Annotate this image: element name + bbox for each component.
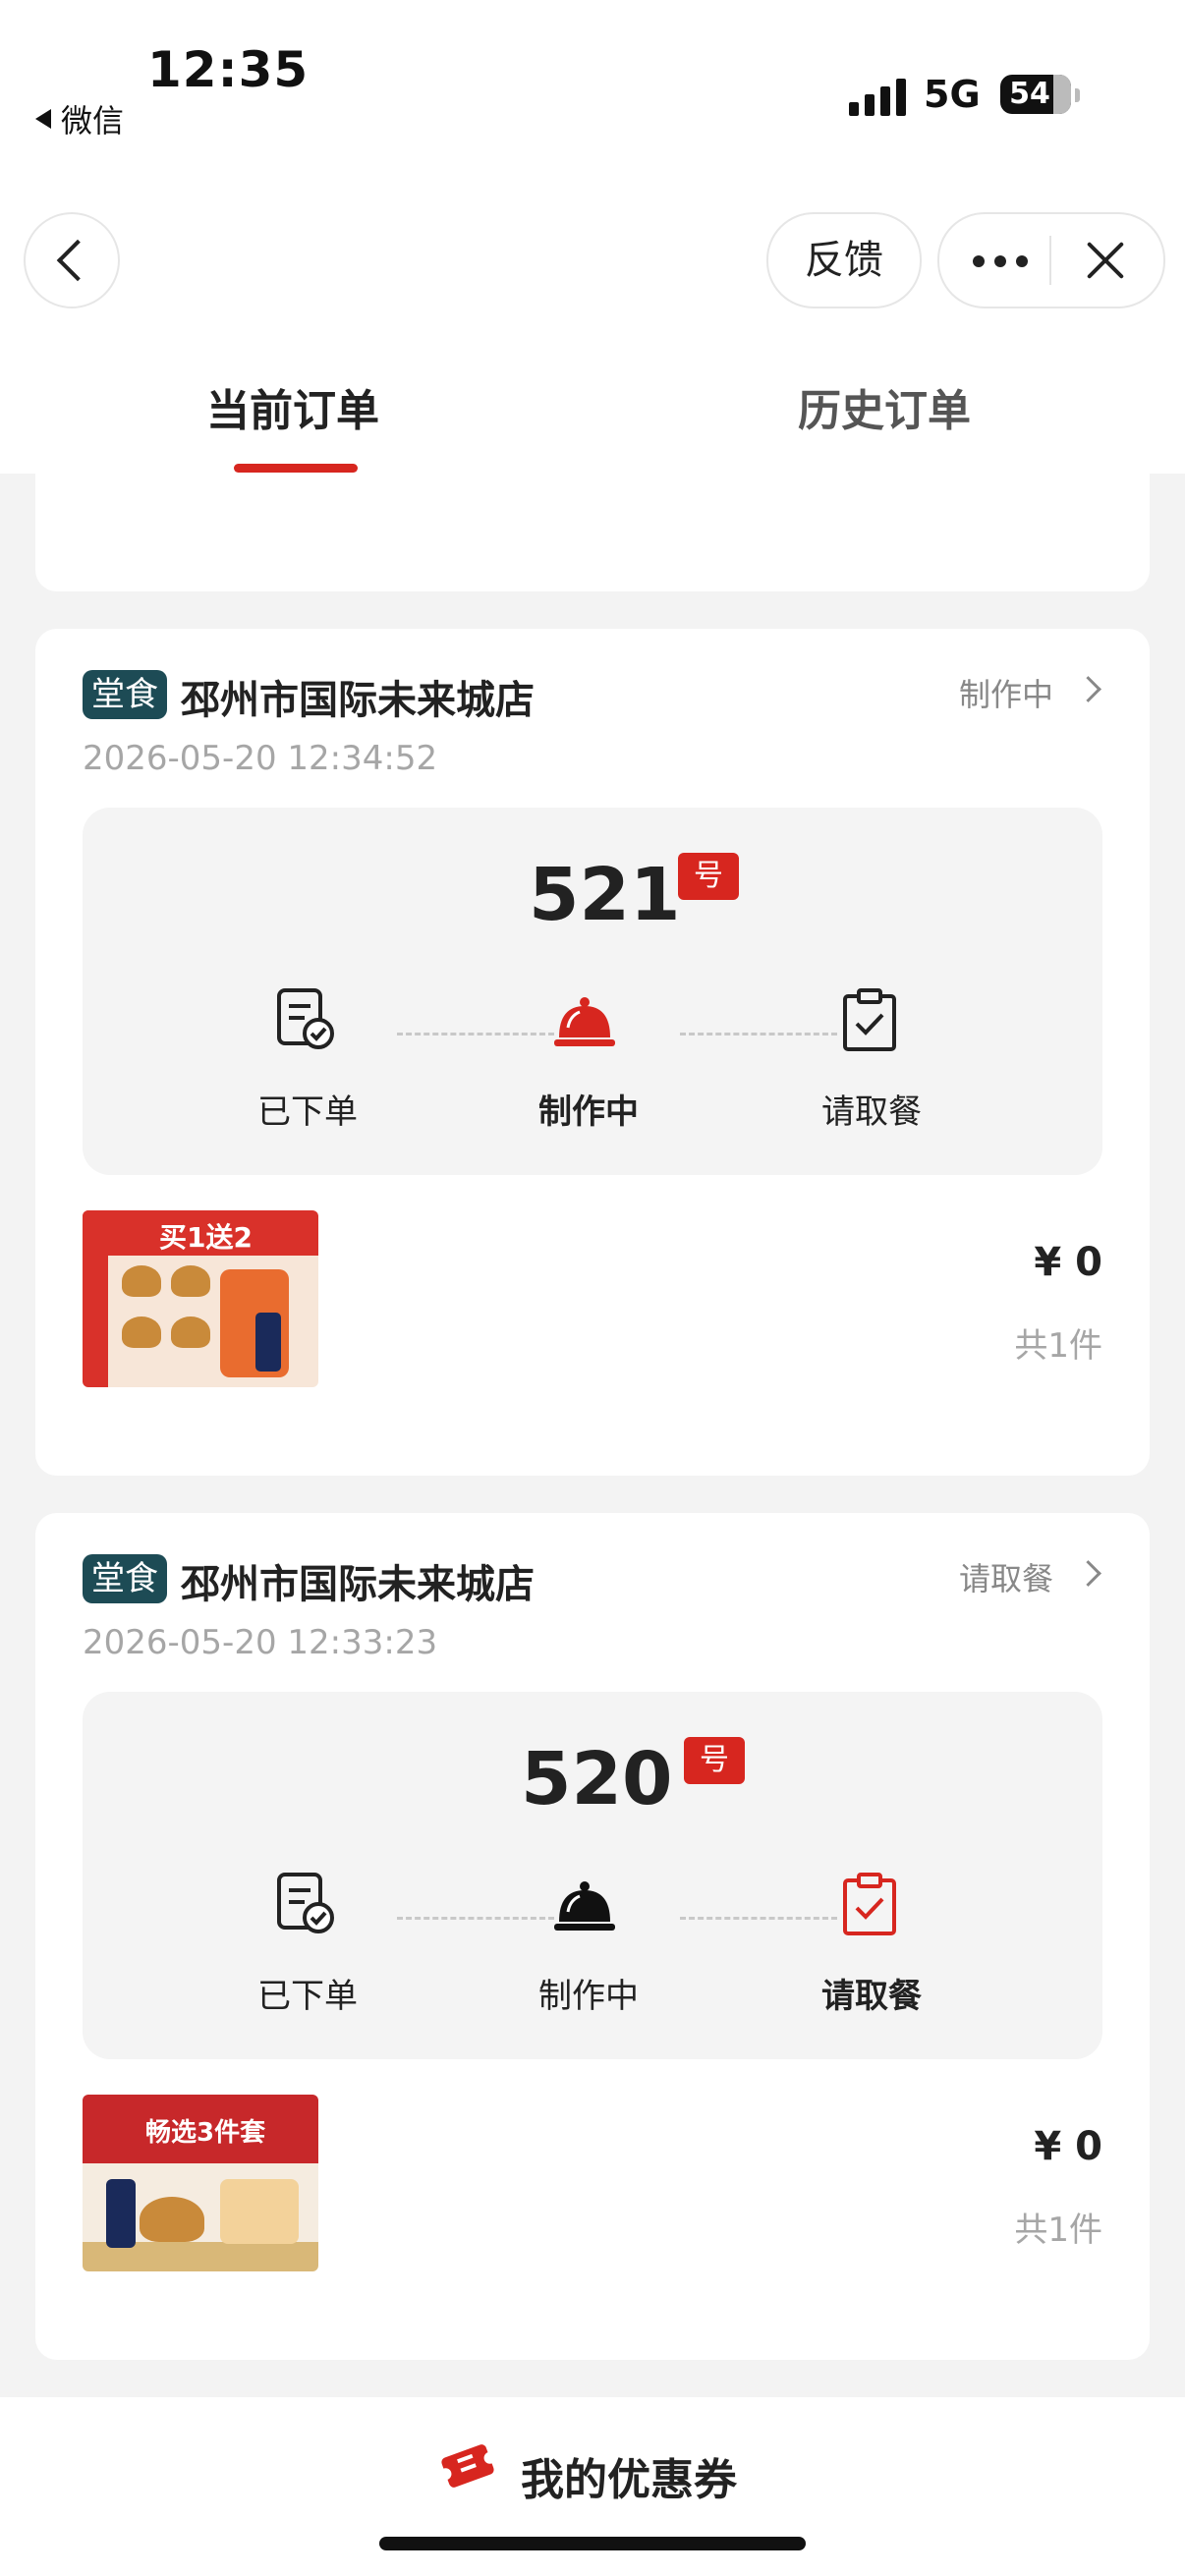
- store-name: 邳州市国际未来城店: [181, 1562, 535, 1607]
- chevron-left-icon: [56, 239, 99, 282]
- step-label-pickup: 请取餐: [821, 1977, 922, 2016]
- step-connector: [397, 1917, 554, 1920]
- order-item-count: 共1件: [1014, 1326, 1102, 1366]
- back-triangle-icon: [35, 109, 51, 129]
- miniprogram-capsule: [937, 212, 1165, 308]
- order-datetime: 2026-05-20 12:34:52: [83, 739, 438, 778]
- tab-history-orders[interactable]: 历史订单: [798, 375, 971, 438]
- number-suffix-badge: 号: [678, 853, 739, 900]
- store-name: 邳州市国际未来城店: [181, 678, 535, 723]
- clipboard-check-icon: [843, 988, 896, 1051]
- order-card-partial: [35, 474, 1150, 591]
- step-label-placed: 已下单: [257, 1092, 358, 1132]
- order-price: ¥ 0: [1034, 1240, 1102, 1285]
- clipboard-check-icon: [843, 1873, 896, 1935]
- back-app-label: 微信: [61, 102, 125, 140]
- close-icon[interactable]: [1081, 236, 1130, 285]
- product-image: 畅选3件套: [83, 2095, 318, 2271]
- feedback-button[interactable]: 反馈: [766, 212, 922, 308]
- step-label-making: 制作中: [538, 1977, 639, 2016]
- back-to-app[interactable]: 微信: [35, 96, 124, 141]
- tab-current-orders[interactable]: 当前订单: [206, 375, 379, 438]
- order-status-link[interactable]: 制作中: [959, 670, 1053, 715]
- cloche-icon: [554, 1881, 615, 1931]
- order-status-link[interactable]: 请取餐: [959, 1554, 1053, 1599]
- order-card[interactable]: 堂食 邳州市国际未来城店 制作中 2026-05-20 12:34:52 521…: [35, 629, 1150, 1476]
- product-promo-title: 买1送2: [159, 1221, 253, 1254]
- battery-icon: 54: [1000, 75, 1071, 114]
- step-label-pickup: 请取餐: [821, 1092, 922, 1132]
- chevron-right-icon: [1075, 1560, 1101, 1587]
- progress-panel: 521 号 已下单 制作中 请取餐: [83, 808, 1102, 1175]
- step-label-making: 制作中: [538, 1092, 639, 1132]
- step-connector: [397, 1033, 554, 1036]
- dine-type-badge: 堂食: [83, 1554, 167, 1603]
- status-time: 12:35: [147, 41, 310, 98]
- step-connector: [680, 1917, 837, 1920]
- pickup-number: 520: [521, 1737, 673, 1821]
- coupon-icon: [439, 2444, 496, 2488]
- more-icon[interactable]: [973, 255, 1028, 267]
- step-connector: [680, 1033, 837, 1036]
- order-placed-icon: [277, 988, 334, 1049]
- progress-panel: 520 号 已下单 制作中 请取餐: [83, 1692, 1102, 2059]
- battery-level: 54: [1009, 77, 1050, 111]
- pickup-number: 521: [529, 853, 681, 937]
- network-type: 5G: [924, 73, 981, 116]
- order-card[interactable]: 堂食 邳州市国际未来城店 请取餐 2026-05-20 12:33:23 520…: [35, 1513, 1150, 2360]
- step-label-placed: 已下单: [257, 1977, 358, 2016]
- cloche-icon: [554, 997, 615, 1046]
- product-promo-title: 畅选3件套: [145, 2118, 266, 2148]
- capsule-divider: [1049, 236, 1051, 285]
- dine-type-badge: 堂食: [83, 670, 167, 719]
- chevron-right-icon: [1075, 676, 1101, 702]
- active-tab-indicator: [234, 464, 358, 473]
- battery-tip: [1075, 88, 1080, 102]
- my-coupons-button[interactable]: 我的优惠券: [521, 2444, 737, 2507]
- order-datetime: 2026-05-20 12:33:23: [83, 1623, 438, 1662]
- number-suffix-badge: 号: [684, 1737, 745, 1784]
- signal-icon: [849, 79, 906, 116]
- order-item-count: 共1件: [1014, 2211, 1102, 2250]
- order-price: ¥ 0: [1034, 2124, 1102, 2169]
- back-button[interactable]: [24, 212, 120, 308]
- order-placed-icon: [277, 1873, 334, 1933]
- product-image: 买1送2: [83, 1210, 318, 1387]
- home-indicator: [379, 2537, 806, 2550]
